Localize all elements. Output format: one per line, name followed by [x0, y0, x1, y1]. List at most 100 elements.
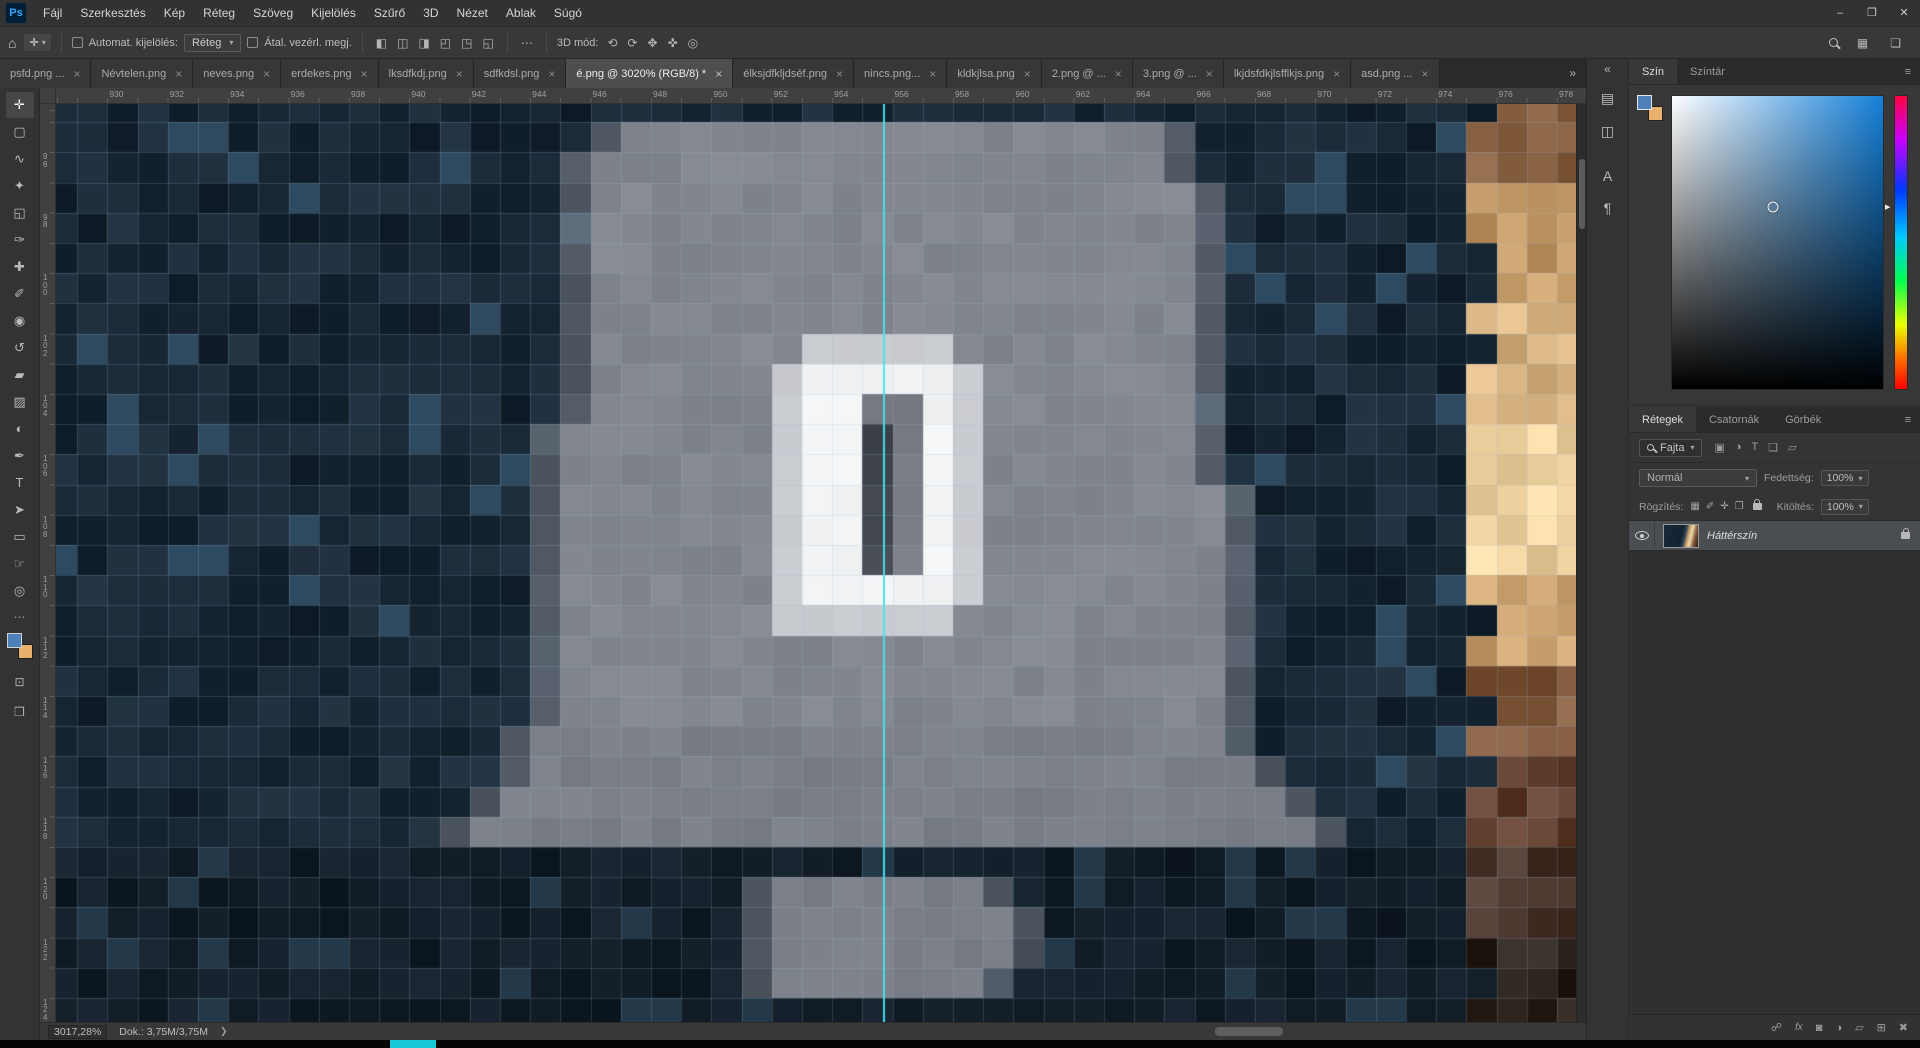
document-tab[interactable]: lkjdsfdkjlsfflkjs.png × [1223, 59, 1352, 88]
minimize-button[interactable]: – [1824, 0, 1856, 26]
taskbar-active-app[interactable] [390, 1040, 436, 1048]
horizontal-scrollbar-thumb[interactable] [1214, 1027, 1283, 1036]
tab-close-icon[interactable]: × [361, 67, 368, 81]
lock-all-icon[interactable] [1752, 499, 1762, 510]
foreground-color-swatch[interactable] [1637, 95, 1652, 110]
type-tool[interactable]: T [6, 470, 34, 496]
eraser-tool[interactable]: ▰ [6, 362, 34, 388]
panel-tab-színtár[interactable]: Színtár [1677, 59, 1738, 84]
more-options-icon[interactable]: ⋯ [518, 36, 536, 50]
adjustments-panel-icon[interactable]: ◫ [1601, 123, 1614, 140]
menu-item-szöveg[interactable]: Szöveg [244, 6, 302, 20]
hand-tool[interactable]: ☞ [6, 551, 34, 577]
layer-row[interactable]: Háttérszín [1629, 521, 1920, 551]
active-tool-preset[interactable]: ✛ ▾ [24, 34, 51, 51]
layer-visibility-toggle[interactable] [1629, 521, 1655, 551]
tab-close-icon[interactable]: × [929, 67, 936, 81]
panel-tab-rétegek[interactable]: Rétegek [1629, 407, 1696, 432]
document-tab[interactable]: kldkjlsa.png × [947, 59, 1042, 88]
tab-close-icon[interactable]: × [548, 67, 555, 81]
expand-panels-icon[interactable]: « [1604, 62, 1611, 76]
menu-item-3d[interactable]: 3D [414, 6, 447, 20]
panel-menu-icon[interactable]: ≡ [1896, 59, 1920, 84]
layer-mask-icon[interactable]: ◙ [1816, 1022, 1823, 1034]
auto-select-checkbox[interactable] [71, 37, 83, 48]
3d-slide-icon[interactable]: ✜ [665, 36, 681, 50]
document-tab[interactable]: sdfkdsl.png × [473, 59, 567, 88]
document-tab[interactable]: 2.png @ ... × [1041, 59, 1133, 88]
vertical-scrollbar[interactable] [1576, 104, 1586, 1022]
color-swatches[interactable] [6, 633, 33, 659]
tab-close-icon[interactable]: × [1421, 67, 1428, 81]
search-icon[interactable] [1828, 38, 1838, 47]
menu-item-kép[interactable]: Kép [155, 6, 194, 20]
menu-item-ablak[interactable]: Ablak [497, 6, 545, 20]
auto-select-dropdown[interactable]: Réteg ▾ [183, 33, 242, 52]
zoom-level-field[interactable]: 3017,28% [48, 1024, 108, 1039]
layer-style-icon[interactable]: fx [1795, 1022, 1803, 1033]
character-panel-icon[interactable]: A [1603, 168, 1612, 184]
document-tab[interactable]: 3.png @ ... × [1132, 59, 1224, 88]
menu-item-fájl[interactable]: Fájl [34, 6, 71, 20]
menu-item-kijelölés[interactable]: Kijelölés [302, 6, 365, 20]
edit-toolbar-icon[interactable]: ⋯ [14, 610, 26, 624]
transform-controls-checkbox[interactable] [247, 37, 259, 48]
vertical-ruler[interactable]: 9 6 9 8 1 0 0 1 0 2 1 0 4 1 0 6 1 0 8 1 1 0 1 1 … [40, 104, 56, 1022]
horizontal-ruler[interactable]: 930 932 934 936 938 940 942 944 946 948 950 952 954 9… [56, 88, 1586, 104]
align-middle-icon[interactable]: ◳ [458, 36, 475, 50]
clone-stamp-tool[interactable]: ◉ [6, 308, 34, 334]
menu-item-réteg[interactable]: Réteg [194, 6, 244, 20]
close-button[interactable]: ✕ [1888, 0, 1920, 26]
zoom-tool[interactable]: ◎ [6, 578, 34, 604]
document-tab[interactable]: lksdfkdj.png × [378, 59, 474, 88]
new-layer-icon[interactable]: ⊞ [1877, 1021, 1886, 1034]
vertical-scrollbar-thumb[interactable] [1578, 159, 1585, 229]
marquee-tool[interactable]: ▢ [6, 119, 34, 145]
document-tab[interactable]: élksjdfkljdséf.png × [733, 59, 855, 88]
document-tab[interactable]: Névtelen.png × [91, 59, 194, 88]
tab-close-icon[interactable]: × [1115, 67, 1122, 81]
3d-scale-icon[interactable]: ◎ [685, 36, 701, 50]
filter-pixel-icon[interactable]: ▣ [1714, 441, 1724, 454]
tab-close-icon[interactable]: × [175, 67, 182, 81]
hue-slider-marker[interactable]: ▶ [1885, 203, 1890, 211]
gradient-tool[interactable]: ▨ [6, 389, 34, 415]
align-left-icon[interactable]: ◧ [373, 36, 390, 50]
tab-overflow-icon[interactable]: » [1559, 59, 1586, 88]
lock-paint-icon[interactable]: ✐ [1706, 501, 1714, 512]
layer-filter-dropdown[interactable]: Fajta ▾ [1639, 438, 1703, 457]
healing-brush-tool[interactable]: ✚ [6, 254, 34, 280]
foreground-color-swatch[interactable] [6, 633, 22, 648]
fill-field[interactable]: 100% ▾ [1820, 498, 1869, 515]
menu-item-szűrő[interactable]: Szűrő [365, 6, 414, 20]
brush-tool[interactable]: ✐ [6, 281, 34, 307]
panel-menu-icon[interactable]: ≡ [1896, 407, 1920, 432]
document-tab[interactable]: asd.png ... × [1351, 59, 1440, 88]
blend-mode-dropdown[interactable]: Normál ▾ [1639, 469, 1757, 487]
align-right-icon[interactable]: ◨ [415, 36, 432, 50]
layer-group-icon[interactable]: ▱ [1855, 1021, 1863, 1034]
align-bottom-icon[interactable]: ◱ [479, 36, 496, 50]
delete-layer-icon[interactable]: ✖ [1899, 1021, 1908, 1034]
photoshop-logo-icon[interactable]: Ps [6, 3, 26, 23]
align-center-icon[interactable]: ◫ [394, 36, 411, 50]
lock-transparent-icon[interactable]: ▦ [1690, 501, 1699, 512]
path-select-tool[interactable]: ➤ [6, 497, 34, 523]
filter-adjustment-icon[interactable]: ◑ [1735, 441, 1742, 454]
tab-close-icon[interactable]: × [456, 67, 463, 81]
document-tab[interactable]: neves.png × [193, 59, 282, 88]
opacity-field[interactable]: 100% ▾ [1820, 470, 1869, 486]
paragraph-panel-icon[interactable]: ¶ [1604, 200, 1612, 216]
adjustment-layer-icon[interactable]: ◑ [1835, 1022, 1842, 1034]
dodge-tool[interactable]: ◐ [6, 416, 34, 442]
home-icon[interactable]: ⌂ [8, 35, 16, 51]
screen-mode-icon[interactable]: ❒ [6, 700, 34, 724]
filter-shape-icon[interactable]: ❏ [1768, 441, 1778, 454]
ruler-origin-corner[interactable] [40, 88, 56, 104]
eyedropper-tool[interactable]: ✑ [6, 227, 34, 253]
magic-wand-tool[interactable]: ✦ [6, 173, 34, 199]
lock-move-icon[interactable]: ✛ [1720, 501, 1728, 512]
align-top-icon[interactable]: ◰ [437, 36, 454, 50]
shape-tool[interactable]: ▭ [6, 524, 34, 550]
tab-close-icon[interactable]: × [263, 67, 270, 81]
